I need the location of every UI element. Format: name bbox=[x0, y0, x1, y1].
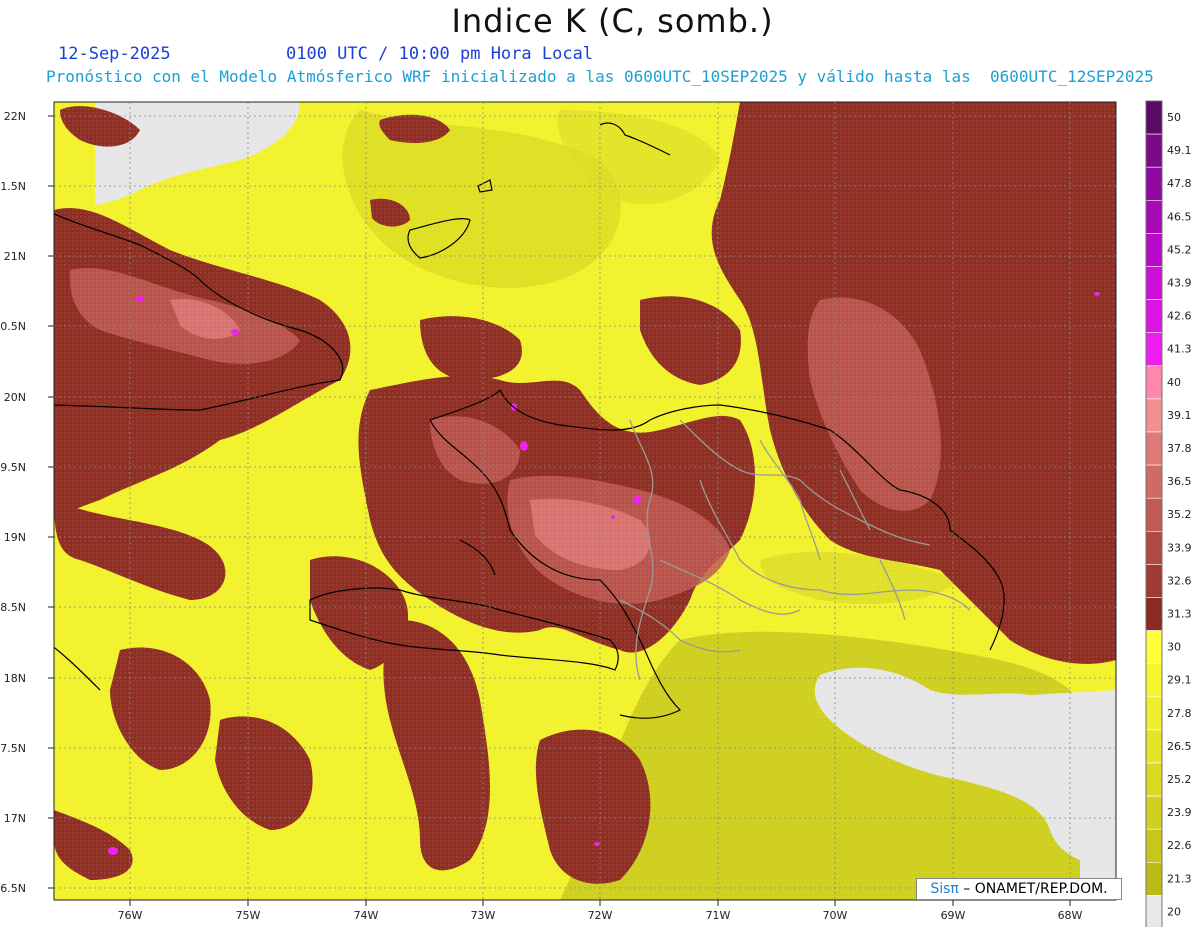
lat-label: 20N bbox=[4, 391, 26, 404]
colorbar-swatch bbox=[1145, 828, 1163, 863]
lat-label: 21N bbox=[4, 250, 26, 263]
lat-label: 19N bbox=[4, 531, 26, 544]
colorbar-swatch bbox=[1145, 795, 1163, 830]
lat-label: 0.5N bbox=[0, 320, 26, 333]
lon-label: 73W bbox=[471, 909, 496, 922]
colorbar-swatch bbox=[1145, 630, 1163, 664]
colorbar-label: 26.5 bbox=[1167, 740, 1192, 753]
colorbar-label: 50 bbox=[1167, 111, 1181, 124]
lon-label: 76W bbox=[118, 909, 143, 922]
colorbar-label: 40 bbox=[1167, 376, 1181, 389]
lat-label: 17N bbox=[4, 812, 26, 825]
lon-label: 71W bbox=[706, 909, 731, 922]
colorbar-label: 49.1 bbox=[1167, 144, 1192, 157]
colorbar-label: 31.3 bbox=[1167, 608, 1192, 621]
colorbar-swatch bbox=[1145, 497, 1163, 532]
colorbar-swatch bbox=[1145, 266, 1163, 300]
colorbar-swatch bbox=[1145, 663, 1163, 698]
colorbar-legend: 50 49.1 47.8 46.5 45.2 43.9 42.6 41.3 40 39.1 37.8… bbox=[1145, 100, 1192, 927]
colorbar-label: 21.3 bbox=[1167, 872, 1192, 885]
colorbar-label: 45.2 bbox=[1167, 243, 1192, 256]
colorbar-swatch bbox=[1145, 861, 1163, 896]
colorbar-label: 42.6 bbox=[1167, 310, 1192, 323]
colorbar-swatch bbox=[1145, 431, 1163, 466]
colorbar-label: 32.6 bbox=[1167, 574, 1192, 587]
colorbar-label: 36.5 bbox=[1167, 475, 1192, 488]
colorbar-swatch bbox=[1145, 133, 1163, 168]
lon-label: 69W bbox=[941, 909, 966, 922]
lat-label: 9.5N bbox=[0, 461, 26, 474]
credit-box: Sisπ – ONAMET/REP.DOM. bbox=[916, 878, 1122, 900]
colorbar-label: 37.8 bbox=[1167, 442, 1192, 455]
colorbar-label: 47.8 bbox=[1167, 177, 1192, 190]
colorbar-swatch bbox=[1145, 564, 1163, 598]
lat-label: 8.5N bbox=[0, 601, 26, 614]
lat-label: 1.5N bbox=[0, 180, 26, 193]
map-canvas: 22N 1.5N 21N 0.5N 20N 9.5N 19N 8.5N 18N … bbox=[0, 100, 1192, 927]
colorbar-swatch bbox=[1145, 100, 1163, 135]
colorbar-label: 35.2 bbox=[1167, 508, 1192, 521]
colorbar-label: 23.9 bbox=[1167, 806, 1192, 819]
colorbar-swatch bbox=[1145, 530, 1163, 565]
colorbar-swatch bbox=[1145, 299, 1163, 334]
colorbar-label: 46.5 bbox=[1167, 210, 1192, 223]
colorbar-label: 39.1 bbox=[1167, 409, 1192, 422]
colorbar-swatch bbox=[1145, 332, 1163, 367]
colorbar-label: 22.6 bbox=[1167, 839, 1192, 852]
lat-label: 6.5N bbox=[0, 882, 26, 895]
colorbar-swatch bbox=[1145, 365, 1163, 400]
colorbar-label: 27.8 bbox=[1167, 707, 1192, 720]
lat-label: 7.5N bbox=[0, 742, 26, 755]
colorbar-swatch bbox=[1145, 696, 1163, 731]
colorbar-swatch bbox=[1145, 398, 1163, 433]
field-layer bbox=[54, 102, 1116, 900]
colorbar-label: 25.2 bbox=[1167, 773, 1192, 786]
colorbar-label: 43.9 bbox=[1167, 277, 1192, 290]
colorbar-swatch bbox=[1145, 166, 1163, 201]
lon-label: 74W bbox=[354, 909, 379, 922]
colorbar-swatch bbox=[1145, 200, 1163, 234]
colorbar-swatch bbox=[1145, 762, 1163, 797]
lon-label: 70W bbox=[823, 909, 848, 922]
colorbar-swatch bbox=[1145, 895, 1163, 927]
colorbar-label: 30 bbox=[1167, 641, 1181, 654]
colorbar-label: 33.9 bbox=[1167, 541, 1192, 554]
colorbar-swatch bbox=[1145, 233, 1163, 267]
lat-label: 22N bbox=[4, 110, 26, 123]
colorbar-swatch bbox=[1145, 464, 1163, 499]
sispi-logo: Sisπ bbox=[930, 881, 959, 897]
colorbar-label: 29.1 bbox=[1167, 674, 1192, 687]
credit-text: – ONAMET/REP.DOM. bbox=[958, 881, 1108, 897]
lon-label: 72W bbox=[588, 909, 613, 922]
lon-label: 68W bbox=[1058, 909, 1083, 922]
colorbar-label: 20 bbox=[1167, 905, 1181, 918]
colorbar-swatch bbox=[1145, 729, 1163, 764]
colorbar-swatch bbox=[1145, 597, 1163, 631]
colorbar-label: 41.3 bbox=[1167, 343, 1192, 356]
lon-label: 75W bbox=[236, 909, 261, 922]
lat-label: 18N bbox=[4, 672, 26, 685]
